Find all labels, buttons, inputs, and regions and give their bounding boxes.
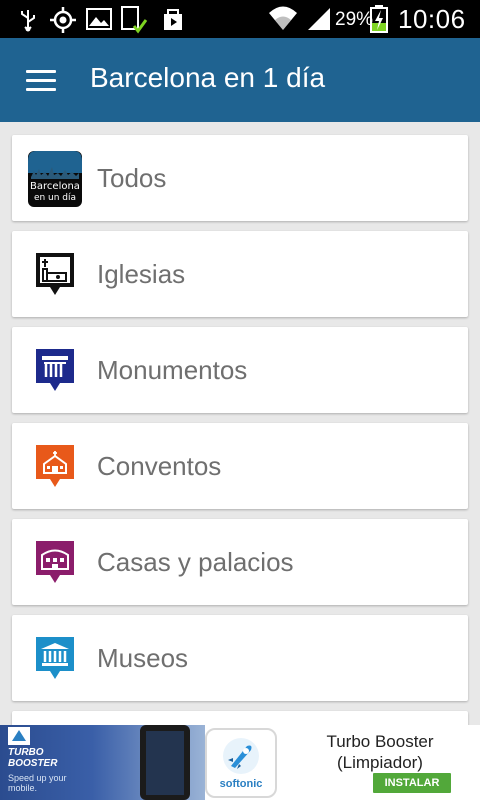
category-list[interactable]: Barcelona en un día Todos Iglesias Monum… xyxy=(0,122,480,725)
list-item-label: Conventos xyxy=(97,451,222,481)
barcelona-app-icon: Barcelona en un día xyxy=(28,151,82,207)
wifi-icon xyxy=(269,6,297,30)
softonic-logo: softonic xyxy=(205,728,277,798)
ad-title-line2: (Limpiador) xyxy=(337,753,423,772)
clock: 10:06 xyxy=(398,4,466,34)
list-item-iglesias[interactable]: Iglesias xyxy=(12,231,468,317)
ad-brand: softonic xyxy=(219,778,263,790)
ad-promo-image: TURBO BOOSTER Speed up your mobile. xyxy=(0,725,205,800)
convent-icon xyxy=(36,445,74,487)
ad-phone-mockup xyxy=(140,725,190,800)
list-item-monumentos[interactable]: Monumentos xyxy=(12,327,468,413)
status-bar: 29% 10:06 xyxy=(0,0,480,38)
gps-icon xyxy=(50,7,76,33)
ad-banner[interactable]: TURBO BOOSTER Speed up your mobile. soft… xyxy=(0,725,480,800)
list-item-label: Monumentos xyxy=(97,355,248,385)
church-icon xyxy=(36,253,74,295)
list-item-label: Iglesias xyxy=(97,259,186,289)
page-title: Barcelona en 1 día xyxy=(90,62,326,93)
ad-title: Turbo Booster (Limpiador) xyxy=(300,731,460,773)
app-bar: Barcelona en 1 día xyxy=(0,38,480,122)
ad-title-line1: Turbo Booster xyxy=(326,732,434,751)
battery-charging-icon xyxy=(370,5,388,33)
list-item-label: Todos xyxy=(97,163,167,193)
list-item-partial[interactable] xyxy=(12,711,468,725)
download-check-icon xyxy=(121,6,148,34)
bag-icon xyxy=(164,9,182,30)
list-item-label: Casas y palacios xyxy=(97,547,294,577)
rocket-icon xyxy=(223,738,259,774)
list-item-todos[interactable]: Barcelona en un día Todos xyxy=(12,135,468,221)
palace-icon xyxy=(36,541,74,583)
signal-icon xyxy=(308,8,330,30)
list-item-label: Museos xyxy=(97,643,189,673)
usb-icon xyxy=(21,10,35,32)
list-item-casas-y-palacios[interactable]: Casas y palacios xyxy=(12,519,468,605)
list-item-conventos[interactable]: Conventos xyxy=(12,423,468,509)
hamburger-menu-icon[interactable] xyxy=(26,66,58,94)
museum-icon xyxy=(36,637,74,679)
monument-icon xyxy=(36,349,74,391)
svg-text:Barcelona: Barcelona xyxy=(30,181,80,192)
battery-percent: 29% xyxy=(335,9,374,30)
install-button[interactable]: INSTALAR xyxy=(373,773,451,793)
ad-promo-subtitle: Speed up your mobile. xyxy=(8,773,67,793)
list-item-museos[interactable]: Museos xyxy=(12,615,468,701)
svg-text:en un día: en un día xyxy=(34,193,76,203)
turbo-booster-logo-icon xyxy=(8,727,30,745)
ad-promo-title: TURBO BOOSTER xyxy=(8,747,58,769)
image-icon xyxy=(86,8,112,30)
